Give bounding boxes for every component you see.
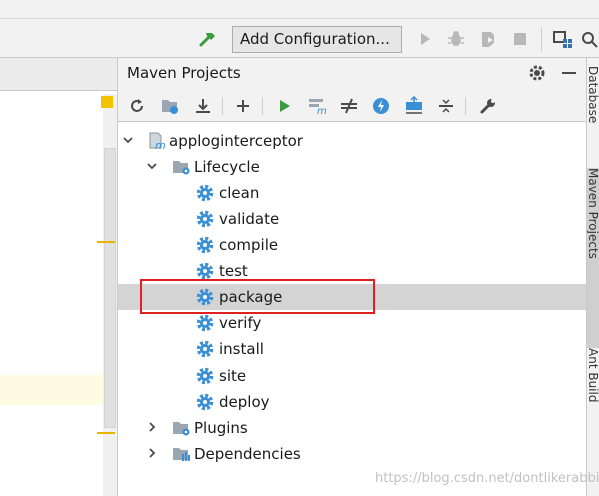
search-icon[interactable] — [577, 27, 599, 51]
stop-icon[interactable] — [508, 27, 532, 51]
hammer-icon[interactable] — [196, 27, 220, 51]
project-structure-icon[interactable] — [551, 27, 575, 51]
tree-label-project: apploginterceptor — [169, 132, 303, 150]
toolbar-separator — [465, 97, 466, 115]
tree-row-goal[interactable]: site — [118, 363, 587, 389]
editor-tab-bar — [0, 58, 117, 91]
run-icon[interactable] — [413, 27, 437, 51]
tree-label-goal: install — [219, 340, 264, 358]
tree-row-goal[interactable]: clean — [118, 180, 587, 206]
minimize-icon[interactable] — [559, 63, 579, 83]
toolbar-separator — [222, 97, 223, 115]
tree-row-goal[interactable]: test — [118, 258, 587, 284]
chevron-right-icon[interactable] — [145, 446, 159, 460]
gear-icon — [195, 209, 215, 229]
tree-label-goal: test — [219, 262, 248, 280]
tree-label-dependencies: Dependencies — [194, 445, 301, 463]
tree-row-goal[interactable]: validate — [118, 206, 587, 232]
run-maven-goal-icon[interactable] — [274, 95, 296, 117]
side-tab-label: Database — [587, 66, 599, 124]
side-tab-label: Ant Build — [587, 348, 599, 403]
tree-row-plugins[interactable]: Plugins — [118, 415, 587, 441]
toolbar-separator — [262, 97, 263, 115]
maven-module-icon: m — [147, 131, 167, 151]
reimport-icon[interactable] — [126, 95, 148, 117]
tree-row-goal[interactable]: verify — [118, 310, 587, 336]
execute-goal-icon[interactable]: m — [306, 95, 328, 117]
chevron-down-icon[interactable] — [121, 133, 135, 147]
plugins-folder-icon — [171, 418, 191, 438]
panel-title: Maven Projects — [127, 64, 241, 82]
tree-label-plugins: Plugins — [194, 419, 248, 437]
watermark-text: https://blog.csdn.net/dontlikerabbit — [375, 471, 599, 486]
tree-row-lifecycle[interactable]: Lifecycle — [118, 154, 587, 180]
settings-wrench-icon[interactable] — [477, 95, 499, 117]
dependencies-folder-icon — [171, 444, 191, 464]
download-icon[interactable] — [192, 95, 214, 117]
show-dependencies-icon[interactable] — [403, 95, 425, 117]
maven-panel-header: Maven Projects — [118, 58, 587, 89]
tree-label-goal: validate — [219, 210, 280, 228]
maven-projects-panel: Maven Projects m m apploginterceptor Lif… — [117, 58, 587, 496]
current-line-highlight — [0, 375, 103, 405]
tree-row-goal-selected[interactable]: package — [118, 284, 587, 310]
maven-toolbar: m — [118, 89, 587, 122]
side-tab-database[interactable]: Database — [587, 66, 599, 166]
gear-icon — [195, 235, 215, 255]
coverage-icon[interactable] — [476, 27, 500, 51]
tree-label-goal: deploy — [219, 393, 270, 411]
gear-icon — [195, 366, 215, 386]
debug-icon[interactable] — [444, 27, 468, 51]
gear-icon — [195, 287, 215, 307]
tree-label-goal: verify — [219, 314, 262, 332]
tree-row-goal[interactable]: deploy — [118, 389, 587, 415]
gear-icon — [195, 392, 215, 412]
gear-icon — [195, 261, 215, 281]
lifecycle-folder-icon — [171, 157, 191, 177]
tree-row-goal[interactable]: compile — [118, 232, 587, 258]
tree-label-goal: package — [219, 288, 283, 306]
gear-icon — [195, 313, 215, 333]
maven-project-tree: m apploginterceptor Lifecycle clean vali… — [118, 123, 587, 496]
svg-text:m: m — [155, 139, 166, 151]
tree-row-project[interactable]: m apploginterceptor — [118, 128, 587, 154]
editor-scrollbar-thumb[interactable] — [104, 148, 116, 428]
toolbar-divider — [0, 18, 599, 19]
warning-marker[interactable] — [101, 96, 113, 108]
side-tab-ant-build[interactable]: Ant Build — [587, 348, 599, 458]
error-stripe-mark[interactable] — [97, 241, 115, 243]
generate-sources-icon[interactable] — [159, 95, 181, 117]
svg-text:m: m — [317, 106, 327, 116]
tree-label-lifecycle: Lifecycle — [194, 158, 260, 176]
gear-icon — [195, 183, 215, 203]
tree-label-goal: site — [219, 367, 247, 385]
right-tool-strip: Database Maven Projects Ant Build — [586, 58, 599, 496]
error-stripe-mark[interactable] — [97, 432, 115, 434]
chevron-right-icon[interactable] — [145, 420, 159, 434]
side-tab-maven-projects[interactable]: Maven Projects — [587, 168, 599, 348]
side-tab-label: Maven Projects — [587, 168, 599, 259]
add-icon[interactable] — [232, 95, 254, 117]
tree-row-dependencies[interactable]: Dependencies — [118, 441, 587, 467]
gear-icon[interactable] — [527, 63, 547, 83]
main-toolbar: Add Configuration... — [0, 0, 599, 58]
tree-label-goal: compile — [219, 236, 279, 254]
editor-area[interactable] — [0, 58, 117, 496]
add-configuration-dropdown[interactable]: Add Configuration... — [232, 26, 402, 53]
gear-icon — [195, 339, 215, 359]
toggle-offline-icon[interactable] — [338, 95, 360, 117]
toolbar-separator — [541, 27, 542, 51]
tree-row-goal[interactable]: install — [118, 336, 587, 362]
collapse-all-icon[interactable] — [435, 95, 457, 117]
skip-tests-icon[interactable] — [370, 95, 392, 117]
tree-label-goal: clean — [219, 184, 260, 202]
chevron-down-icon[interactable] — [145, 159, 159, 173]
